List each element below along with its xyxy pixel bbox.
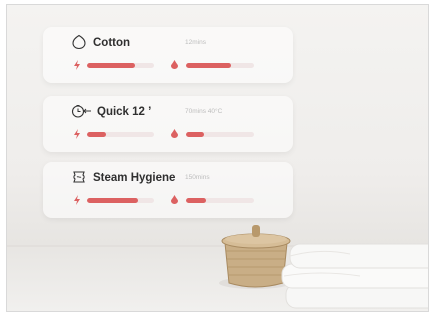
power-bar-fill	[87, 132, 106, 137]
program-card-quick[interactable]: Quick 12 ’ 70mins 40°C	[43, 96, 293, 152]
power-bar-fill	[87, 63, 136, 68]
water-drop-icon	[171, 60, 178, 69]
program-card-steam-hygiene[interactable]: Steam Hygiene 150mins	[43, 162, 293, 218]
water-bar	[186, 132, 254, 137]
power-icon	[74, 60, 80, 70]
folded-towels-image	[281, 243, 428, 309]
water-bar-fill	[186, 132, 204, 137]
water-bar	[186, 198, 254, 203]
program-details: 70mins 40°C	[185, 108, 223, 115]
program-name: Cotton	[93, 37, 131, 49]
water-bar-fill	[186, 63, 231, 68]
power-icon	[74, 129, 80, 139]
program-duration: 150mins	[185, 174, 210, 181]
power-bar-fill	[87, 198, 138, 203]
water-bar	[186, 63, 254, 68]
timer-icon	[71, 105, 91, 118]
power-bar	[87, 63, 154, 68]
tshirt-icon	[72, 34, 86, 50]
program-duration: 12mins	[185, 39, 206, 46]
background-photo: Cotton 12mins Quick 12 ’ 70mins 40°C Ste…	[6, 4, 429, 312]
program-name: Steam Hygiene	[93, 172, 176, 184]
power-bar	[87, 132, 154, 137]
power-bar	[87, 198, 154, 203]
power-icon	[74, 195, 80, 205]
water-drop-icon	[171, 129, 178, 138]
water-drop-icon	[171, 195, 178, 204]
water-bar-fill	[186, 198, 207, 203]
steam-icon	[73, 171, 85, 183]
program-name: Quick 12 ’	[97, 106, 152, 118]
program-card-cotton[interactable]: Cotton 12mins	[43, 27, 293, 83]
